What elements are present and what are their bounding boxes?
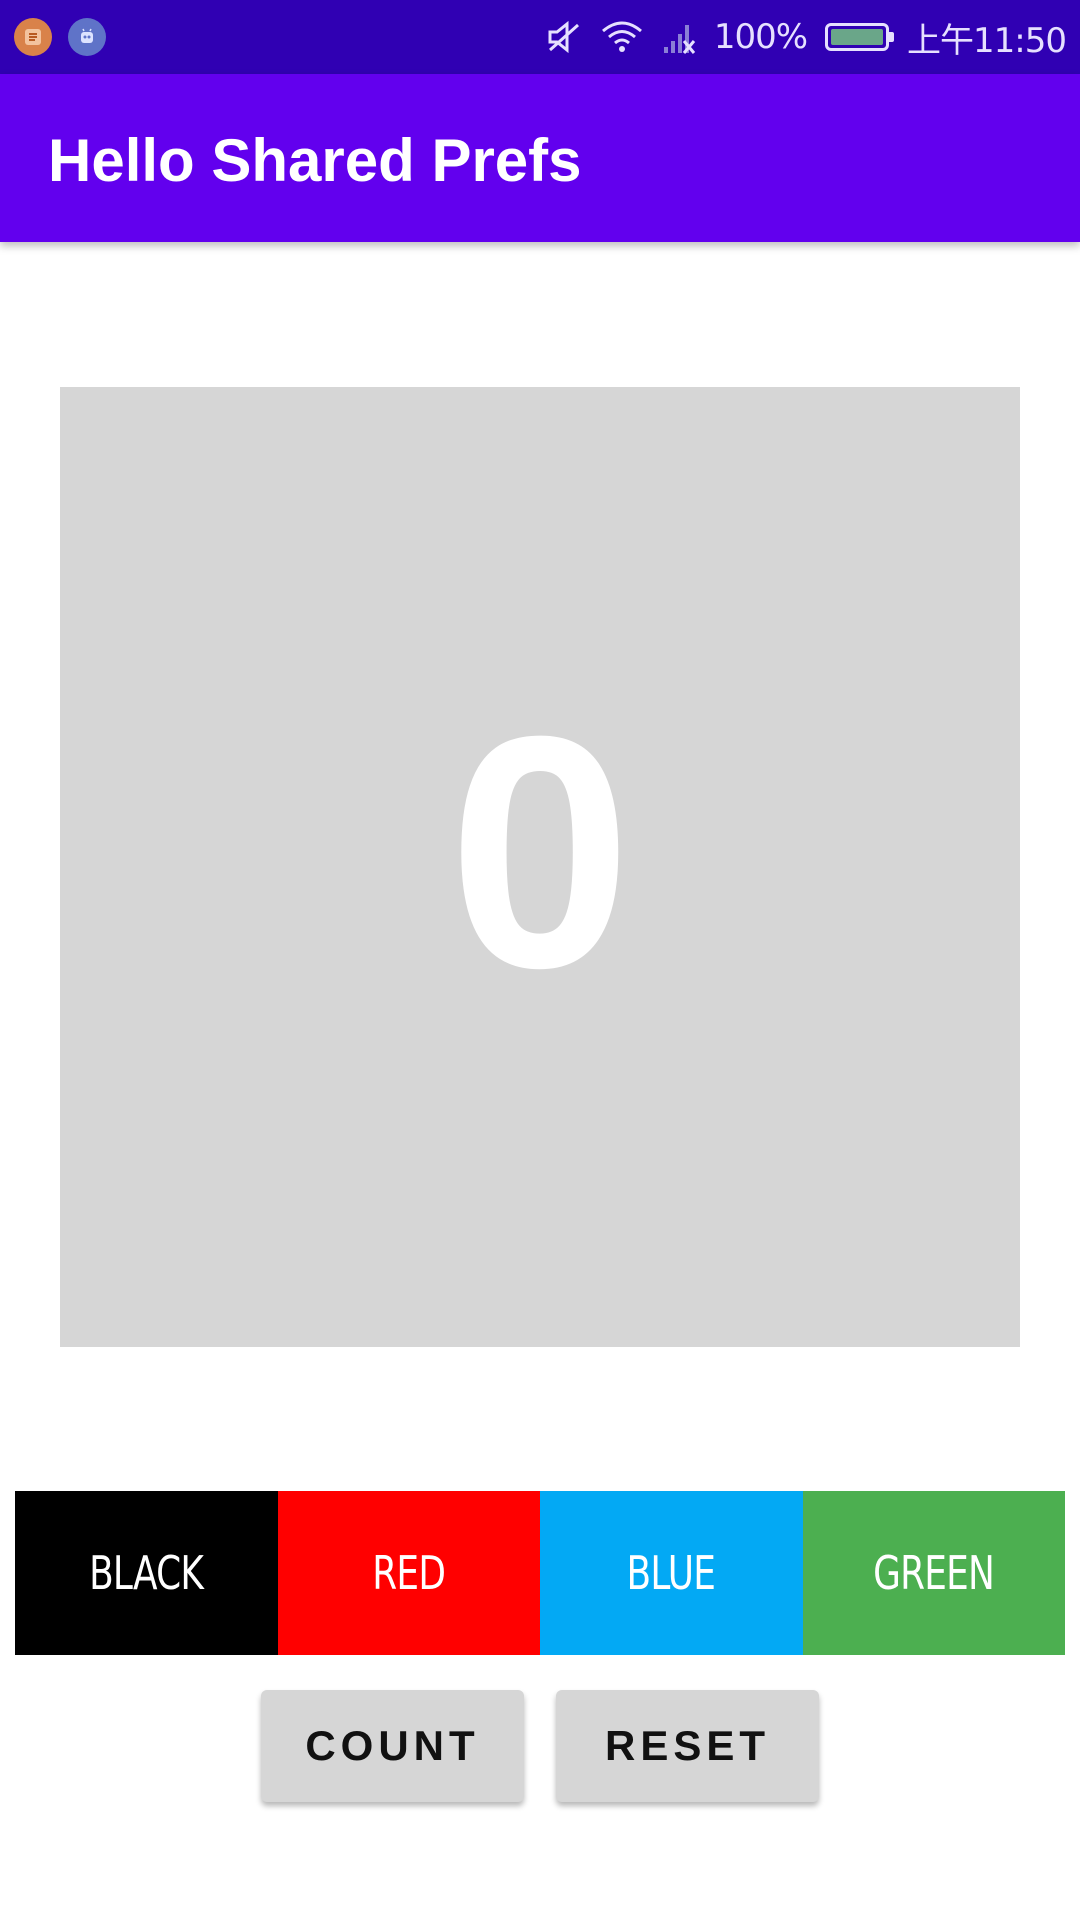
clock: 上午11:50	[907, 20, 1067, 61]
action-buttons-row: COUNT RESET	[261, 1690, 819, 1802]
black-button-label: BLACK	[89, 1546, 204, 1600]
color-buttons-row: BLACK RED BLUE GREEN	[15, 1491, 1065, 1655]
green-button-label: GREEN	[873, 1546, 995, 1600]
count-button[interactable]: COUNT	[261, 1690, 524, 1802]
reset-button[interactable]: RESET	[556, 1690, 819, 1802]
app-notification-icon	[14, 18, 52, 56]
mute-icon	[548, 20, 579, 54]
black-button[interactable]: BLACK	[15, 1491, 278, 1655]
wifi-icon	[601, 21, 642, 52]
count-value: 0	[448, 667, 632, 1036]
app-title: Hello Shared Prefs	[48, 127, 582, 194]
count-display: 0	[60, 387, 1020, 1347]
battery-level	[831, 29, 884, 45]
blue-button-label: BLUE	[626, 1546, 716, 1600]
red-button[interactable]: RED	[277, 1491, 540, 1655]
blue-button[interactable]: BLUE	[540, 1491, 803, 1655]
status-indicators: 100% 上午11:50	[546, 14, 1067, 61]
battery-percent: 100%	[713, 17, 808, 57]
green-button[interactable]: GREEN	[802, 1491, 1065, 1655]
red-button-label: RED	[372, 1546, 446, 1600]
status-bar: 100% 上午11:50	[0, 0, 1080, 74]
robot-notification-icon	[68, 18, 106, 56]
notification-icons	[14, 18, 106, 56]
no-signal-icon	[663, 25, 695, 54]
app-bar: Hello Shared Prefs	[0, 74, 1080, 242]
battery-icon	[825, 23, 895, 51]
